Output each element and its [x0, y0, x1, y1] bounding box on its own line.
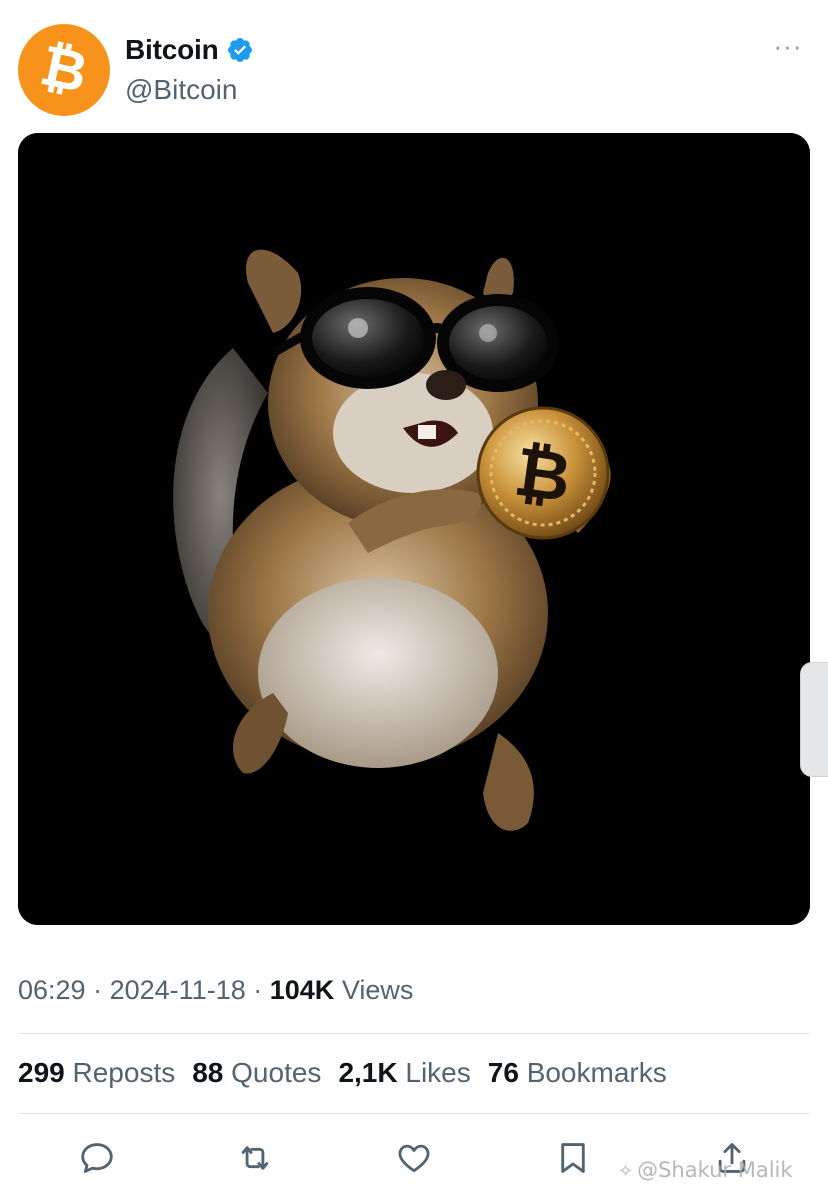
bookmarks-count: 76: [487, 1057, 519, 1088]
engagement-stats: 299 Reposts 88 Quotes 2,1K Likes 76 Book…: [18, 1057, 667, 1089]
reply-button[interactable]: [75, 1136, 119, 1180]
verified-badge-icon: [228, 38, 253, 62]
tweet-date[interactable]: 2024-11-18: [110, 975, 246, 1005]
likes-count: 2,1K: [338, 1057, 398, 1088]
repost-icon: [241, 1146, 269, 1170]
avatar[interactable]: ₿: [18, 24, 110, 116]
bookmark-button[interactable]: [551, 1136, 595, 1180]
views-label: Views: [341, 975, 414, 1005]
quotes-count: 88: [192, 1057, 224, 1088]
reposts-stat[interactable]: 299 Reposts: [18, 1057, 175, 1089]
squirrel-holding-bitcoin-image: ₿: [18, 133, 810, 925]
tweet-header: ₿ Bitcoin @Bitcoin ···: [18, 24, 810, 116]
bookmarks-label: Bookmarks: [526, 1057, 667, 1088]
reposts-count: 299: [18, 1057, 65, 1088]
watermark-text: @Shakur Malik: [637, 1158, 793, 1182]
likes-label: Likes: [405, 1057, 471, 1088]
likes-stat[interactable]: 2,1K Likes: [338, 1057, 470, 1089]
bitcoin-logo-icon: ₿: [35, 32, 94, 107]
author-names: Bitcoin @Bitcoin: [125, 34, 254, 106]
reposts-label: Reposts: [72, 1057, 176, 1088]
tweet-time[interactable]: 06:29: [18, 975, 86, 1005]
divider: [18, 1113, 810, 1114]
quotes-stat[interactable]: 88 Quotes: [192, 1057, 321, 1089]
watermark: ✧ @Shakur Malik: [618, 1158, 793, 1182]
bookmark-icon: [561, 1143, 585, 1173]
divider: [18, 1033, 810, 1034]
meta-separator: ·: [93, 975, 103, 1005]
repost-button[interactable]: [233, 1136, 277, 1180]
author-display-name-row[interactable]: Bitcoin: [125, 34, 254, 66]
tweet-media-image[interactable]: ₿: [18, 133, 810, 925]
author-display-name[interactable]: Bitcoin: [125, 34, 219, 66]
meta-separator: ·: [253, 975, 263, 1005]
reply-icon: [81, 1143, 113, 1173]
like-button[interactable]: [392, 1136, 436, 1180]
views-count: 104K: [269, 975, 335, 1005]
watermark-logo-icon: ✧: [618, 1161, 634, 1182]
bookmarks-stat[interactable]: 76 Bookmarks: [488, 1057, 667, 1089]
scroll-handle[interactable]: [800, 662, 828, 777]
coin-bitcoin-symbol: ₿: [510, 433, 576, 519]
quotes-label: Quotes: [231, 1057, 322, 1088]
like-icon: [398, 1144, 430, 1173]
more-options-icon[interactable]: ···: [770, 33, 806, 62]
author-handle[interactable]: @Bitcoin: [125, 74, 254, 106]
tweet-meta: 06:29 · 2024-11-18 · 104K Views: [18, 975, 413, 1006]
